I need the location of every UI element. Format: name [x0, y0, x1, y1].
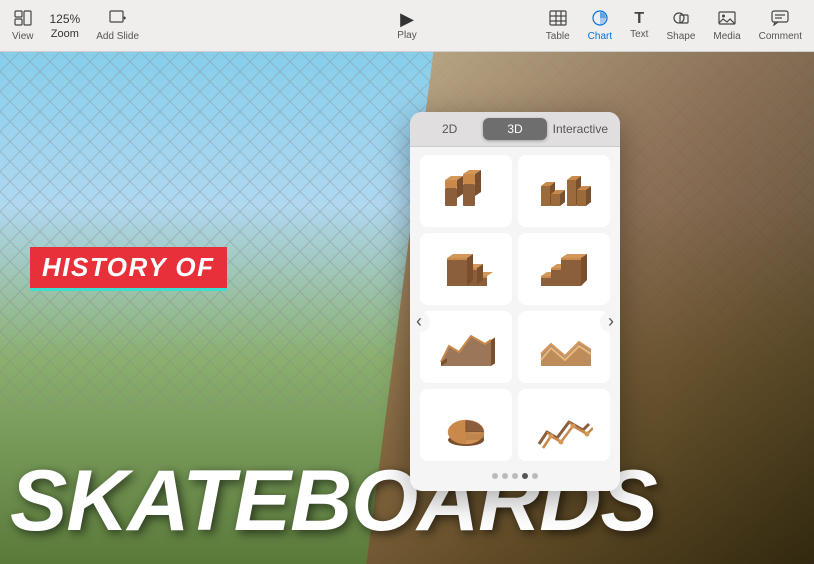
view-button[interactable]: View	[12, 10, 34, 42]
3d-stair-chart-1-icon	[437, 240, 495, 298]
chart-tab-bar: 2D 3D Interactive	[410, 112, 620, 147]
comment-label: Comment	[759, 31, 802, 42]
chart-item-3d-line[interactable]	[518, 389, 610, 461]
3d-area-chart-1-icon	[437, 318, 495, 376]
tab-interactive[interactable]: Interactive	[549, 118, 612, 140]
chevron-left-icon: ‹	[416, 311, 422, 332]
chart-item-3d-pie[interactable]	[420, 389, 512, 461]
shape-icon	[672, 10, 690, 29]
media-label: Media	[713, 31, 740, 42]
3d-bar-chart-2-icon	[535, 162, 593, 220]
chevron-right-icon: ›	[608, 311, 614, 332]
page-dots	[410, 473, 620, 479]
zoom-value: 125%	[50, 12, 81, 26]
history-of-label: HISTORY OF	[30, 247, 227, 291]
chart-item-3d-area-left[interactable]	[420, 311, 512, 383]
add-slide-icon	[109, 10, 127, 29]
chart-label: Chart	[588, 31, 612, 42]
3d-line-chart-icon	[535, 396, 593, 454]
chart-item-3d-stair-left[interactable]	[420, 233, 512, 305]
chart-item-3d-area-right[interactable]	[518, 311, 610, 383]
slide-canvas: HISTORY OF SKATEBOARDS 2D 3D Interactive…	[0, 52, 814, 564]
chart-icon	[591, 10, 609, 29]
page-dot-4[interactable]	[522, 473, 528, 479]
chart-item-3d-stair-right[interactable]	[518, 233, 610, 305]
page-dot-1[interactable]	[492, 473, 498, 479]
toolbar: View 125% Zoom Add Slide ▶ Play	[0, 0, 814, 52]
text-button[interactable]: T Text	[630, 11, 648, 40]
add-slide-label: Add Slide	[96, 31, 139, 42]
shape-button[interactable]: Shape	[666, 10, 695, 42]
tab-2d[interactable]: 2D	[418, 118, 481, 140]
toolbar-right: Table Chart T Text	[546, 10, 802, 42]
toolbar-left: View 125% Zoom Add Slide	[12, 10, 546, 42]
chart-nav-right-button[interactable]: ›	[600, 311, 620, 333]
3d-pie-chart-icon	[437, 396, 495, 454]
chart-item-3d-bar-grouped[interactable]	[518, 155, 610, 227]
comment-icon	[771, 10, 789, 29]
page-dot-2[interactable]	[502, 473, 508, 479]
page-dot-3[interactable]	[512, 473, 518, 479]
3d-area-chart-2-icon	[535, 318, 593, 376]
media-icon	[718, 10, 736, 29]
tab-3d[interactable]: 3D	[483, 118, 546, 140]
table-label: Table	[546, 31, 570, 42]
3d-bar-chart-1-icon	[437, 162, 495, 220]
shape-label: Shape	[666, 31, 695, 42]
media-button[interactable]: Media	[713, 10, 740, 42]
play-button[interactable]: ▶ Play	[397, 10, 416, 41]
view-label: View	[12, 31, 34, 42]
chart-popup: 2D 3D Interactive ‹	[410, 112, 620, 491]
view-icon	[14, 10, 32, 29]
text-label: Text	[630, 29, 648, 40]
add-slide-button[interactable]: Add Slide	[96, 10, 139, 42]
chart-item-3d-stacked-bar-1[interactable]	[420, 155, 512, 227]
zoom-button[interactable]: 125% Zoom	[50, 12, 81, 40]
comment-button[interactable]: Comment	[759, 10, 802, 42]
page-dot-5[interactable]	[532, 473, 538, 479]
chart-button[interactable]: Chart	[588, 10, 612, 42]
history-text: HISTORY OF	[30, 247, 227, 291]
toolbar-center: ▶ Play	[397, 10, 416, 41]
chart-grid	[410, 147, 620, 469]
zoom-label: Zoom	[51, 28, 79, 40]
table-icon	[549, 10, 567, 29]
play-icon: ▶	[400, 10, 414, 28]
table-button[interactable]: Table	[546, 10, 570, 42]
3d-stair-chart-2-icon	[535, 240, 593, 298]
text-icon: T	[634, 11, 644, 27]
play-label: Play	[397, 30, 416, 41]
